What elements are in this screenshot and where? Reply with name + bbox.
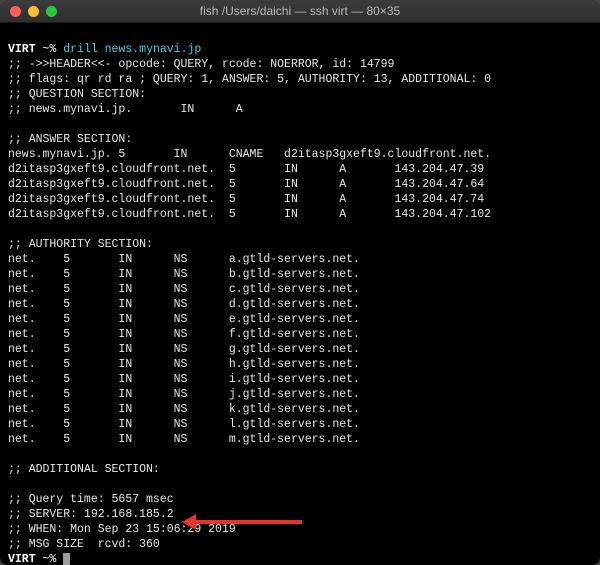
authority-row: net. 5 IN NS j.gtld-servers.net. [8,388,360,401]
close-icon[interactable] [10,6,21,17]
question-row: ;; news.mynavi.jp. IN A [8,103,243,116]
terminal-body[interactable]: VIRT ~% drill news.mynavi.jp ;; ->>HEADE… [0,23,600,565]
answer-row: d2itasp3gxeft9.cloudfront.net. 5 IN A 14… [8,163,484,176]
authority-title: ;; AUTHORITY SECTION: [8,238,153,251]
answer-title: ;; ANSWER SECTION: [8,133,132,146]
header-line-1: ;; ->>HEADER<<- opcode: QUERY, rcode: NO… [8,58,394,71]
traffic-lights [10,6,57,17]
authority-row: net. 5 IN NS i.gtld-servers.net. [8,373,360,386]
authority-row: net. 5 IN NS a.gtld-servers.net. [8,253,360,266]
authority-row: net. 5 IN NS e.gtld-servers.net. [8,313,360,326]
command-name: drill [63,43,98,56]
authority-row: net. 5 IN NS c.gtld-servers.net. [8,283,360,296]
command-arg: news.mynavi.jp [105,43,202,56]
authority-row: net. 5 IN NS k.gtld-servers.net. [8,403,360,416]
prompt-line: VIRT ~% [8,553,70,565]
answer-row: d2itasp3gxeft9.cloudfront.net. 5 IN A 14… [8,193,484,206]
footer-server: ;; SERVER: 192.168.185.2 [8,508,174,521]
zoom-icon[interactable] [46,6,57,17]
authority-row: net. 5 IN NS m.gtld-servers.net. [8,433,360,446]
prompt-sep: ~% [43,43,57,56]
additional-title: ;; ADDITIONAL SECTION: [8,463,160,476]
answer-row: d2itasp3gxeft9.cloudfront.net. 5 IN A 14… [8,208,491,221]
minimize-icon[interactable] [28,6,39,17]
terminal-window: fish /Users/daichi — ssh virt — 80×35 VI… [0,0,600,565]
cursor-icon [63,553,70,565]
answer-row: news.mynavi.jp. 5 IN CNAME d2itasp3gxeft… [8,148,491,161]
footer-query-time: ;; Query time: 5657 msec [8,493,174,506]
annotation-arrow-icon [182,516,302,528]
prompt-sep: ~% [43,553,57,565]
authority-row: net. 5 IN NS g.gtld-servers.net. [8,343,360,356]
question-title: ;; QUESTION SECTION: [8,88,146,101]
footer-msg-size: ;; MSG SIZE rcvd: 360 [8,538,160,551]
prompt-line: VIRT ~% drill news.mynavi.jp [8,43,201,56]
authority-row: net. 5 IN NS f.gtld-servers.net. [8,328,360,341]
prompt-host: VIRT [8,43,36,56]
authority-row: net. 5 IN NS h.gtld-servers.net. [8,358,360,371]
titlebar[interactable]: fish /Users/daichi — ssh virt — 80×35 [0,0,600,23]
prompt-host: VIRT [8,553,36,565]
answer-row: d2itasp3gxeft9.cloudfront.net. 5 IN A 14… [8,178,484,191]
authority-row: net. 5 IN NS l.gtld-servers.net. [8,418,360,431]
authority-row: net. 5 IN NS d.gtld-servers.net. [8,298,360,311]
authority-row: net. 5 IN NS b.gtld-servers.net. [8,268,360,281]
window-title: fish /Users/daichi — ssh virt — 80×35 [8,4,592,18]
header-line-2: ;; flags: qr rd ra ; QUERY: 1, ANSWER: 5… [8,73,491,86]
